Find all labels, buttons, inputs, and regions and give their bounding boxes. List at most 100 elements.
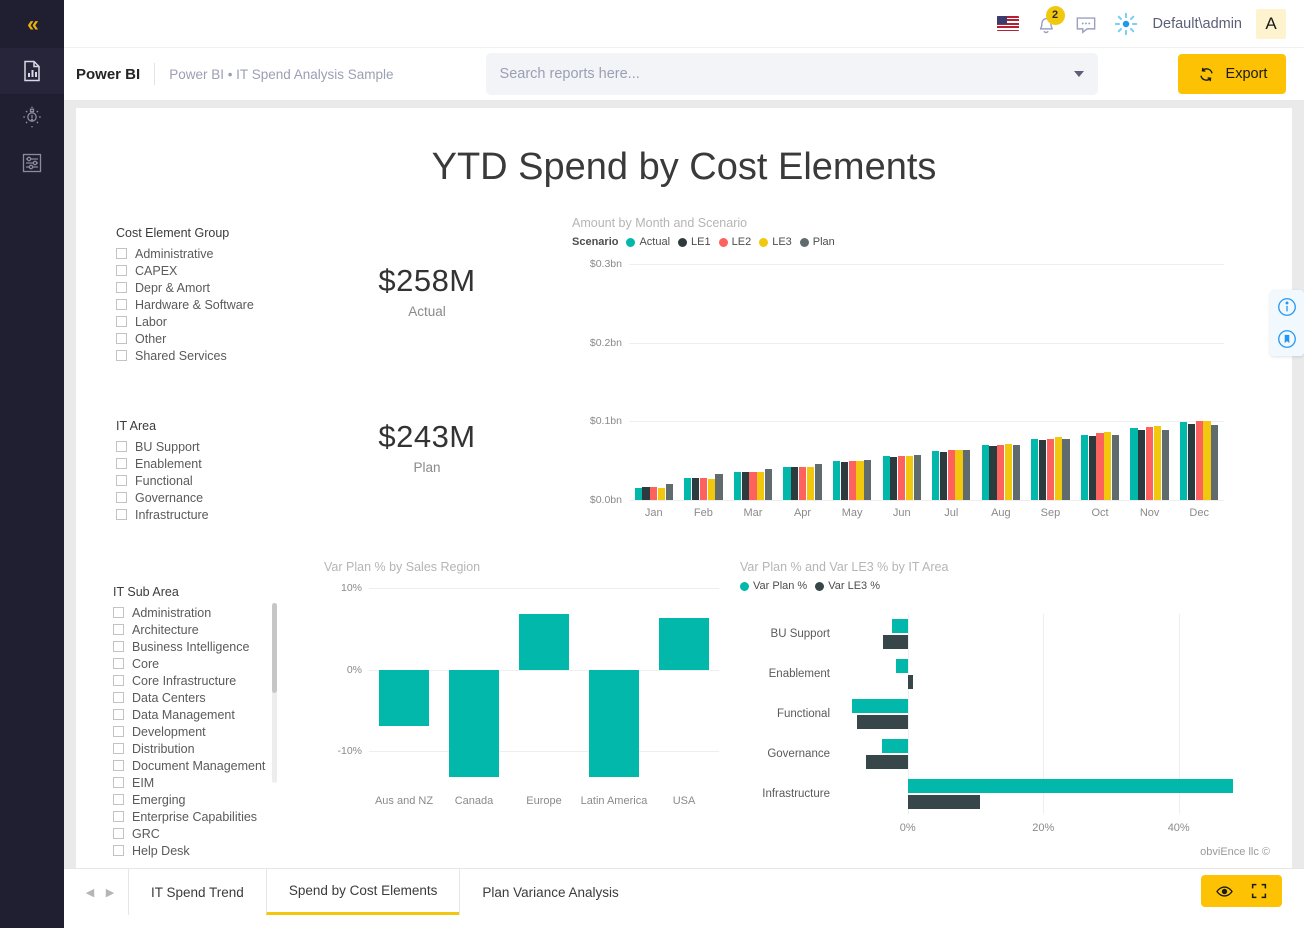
chart-bar[interactable] [757,472,765,500]
chart-bar[interactable] [905,456,914,500]
chart-bar[interactable] [955,450,963,500]
slicer-scrollbar[interactable] [272,603,278,783]
tab-next-button[interactable]: ▶ [102,886,118,899]
chart-bar[interactable] [997,444,1005,500]
chart-bar[interactable] [642,487,650,500]
bookmark-circle-icon[interactable] [1276,328,1298,350]
view-controls[interactable] [1201,875,1282,907]
legend-item[interactable]: Actual [626,236,670,248]
slicer-option[interactable]: Governance [116,489,209,506]
chart-bar[interactable] [519,614,569,670]
chart-bar[interactable] [684,478,692,500]
checkbox[interactable] [113,828,124,839]
legend-item[interactable]: Var LE3 % [815,580,880,592]
chart-bar[interactable] [1187,424,1195,500]
eye-icon[interactable] [1215,882,1234,901]
chart-bar[interactable] [1211,425,1219,500]
chart-bar[interactable] [1146,427,1154,500]
chart-bar[interactable] [1062,438,1070,500]
slicer-option[interactable]: Enterprise Capabilities [113,808,265,825]
chart-bar[interactable] [856,461,864,500]
chart-bar[interactable] [659,618,709,670]
chart-bar[interactable] [1138,429,1146,500]
chart-bar[interactable] [907,779,1233,794]
checkbox[interactable] [116,458,127,469]
chart-bar[interactable] [907,674,914,689]
chart-bar[interactable] [1153,425,1161,500]
chart-bar[interactable] [1180,421,1188,500]
slicer-option[interactable]: Core [113,655,265,672]
checkbox[interactable] [113,641,124,652]
checkbox[interactable] [113,743,124,754]
checkbox[interactable] [116,265,127,276]
slicer-option[interactable]: Infrastructure [116,506,209,523]
chart-bar[interactable] [657,487,666,500]
chart-bar[interactable] [963,449,971,500]
visual-amount-by-month-and-scenario[interactable]: Amount by Month and Scenario Scenario Ac… [572,216,1232,519]
slicer-option[interactable]: Administration [113,604,265,621]
checkbox[interactable] [113,777,124,788]
chart-bar[interactable] [665,483,673,500]
slicer-option[interactable]: Core Infrastructure [113,672,265,689]
legend-item[interactable]: Var Plan % [740,580,807,592]
tab-prev-button[interactable]: ◀ [82,886,98,899]
chart-bar[interactable] [896,659,908,674]
chart-bar[interactable] [1104,431,1112,500]
chart-bar[interactable] [892,619,908,634]
checkbox[interactable] [113,624,124,635]
chart-bar[interactable] [699,478,707,500]
checkbox[interactable] [116,475,127,486]
chart-bar[interactable] [890,456,898,500]
chart-bar[interactable] [907,794,980,809]
chart-bar[interactable] [1012,444,1021,500]
fullscreen-icon[interactable] [1250,882,1268,900]
us-flag-icon[interactable] [996,16,1019,31]
chart-bar[interactable] [883,634,908,649]
slicer-option[interactable]: Distribution [113,740,265,757]
chart-bar[interactable] [1046,438,1055,500]
avatar[interactable]: A [1256,8,1286,39]
slicer-option[interactable]: Data Centers [113,689,265,706]
checkbox[interactable] [116,492,127,503]
chart-bar[interactable] [791,466,799,500]
chart-bar[interactable] [741,472,749,500]
chart-bar[interactable] [589,669,639,778]
slicer-option[interactable]: Emerging [113,791,265,808]
chart-bar[interactable] [1054,437,1062,500]
chart-bar[interactable] [798,466,807,500]
chart-bar[interactable] [932,450,940,500]
checkbox[interactable] [113,845,124,856]
chart-bar[interactable] [707,478,715,500]
chart-bar[interactable] [840,462,848,500]
chart-bar[interactable] [864,459,872,500]
slicer-option[interactable]: Business Intelligence [113,638,265,655]
chart-bar[interactable] [851,699,908,714]
chart-bar[interactable] [848,461,856,500]
chart-bar[interactable] [1161,429,1169,500]
chart-bar[interactable] [856,714,908,729]
chevron-down-icon[interactable] [1073,71,1084,77]
chart-bar[interactable] [1112,435,1120,500]
chart-bar[interactable] [882,739,908,754]
slicer-option[interactable]: Development [113,723,265,740]
checkbox[interactable] [116,316,127,327]
checkbox[interactable] [116,441,127,452]
tab-plan-variance-analysis[interactable]: Plan Variance Analysis [459,869,640,915]
chart-bar[interactable] [947,450,955,500]
chart-bar[interactable] [733,472,741,500]
slicer-option[interactable]: EIM [113,774,265,791]
chart-bar[interactable] [913,455,921,500]
breadcrumb[interactable]: Power BI • IT Spend Analysis Sample [169,67,393,82]
slicer-option[interactable]: Shared Services [116,347,254,364]
slicer-option[interactable]: Hardware & Software [116,296,254,313]
rail-item-reports[interactable] [0,48,64,94]
search-input[interactable] [499,66,1074,82]
checkbox[interactable] [113,811,124,822]
rail-item-insights[interactable] [0,94,64,140]
slicer-option[interactable]: Other [116,330,254,347]
chart-bar[interactable] [806,467,814,500]
chart-bar[interactable] [783,466,791,500]
slicer-option[interactable]: GRC [113,825,265,842]
checkbox[interactable] [113,675,124,686]
export-button[interactable]: Export [1178,54,1286,94]
